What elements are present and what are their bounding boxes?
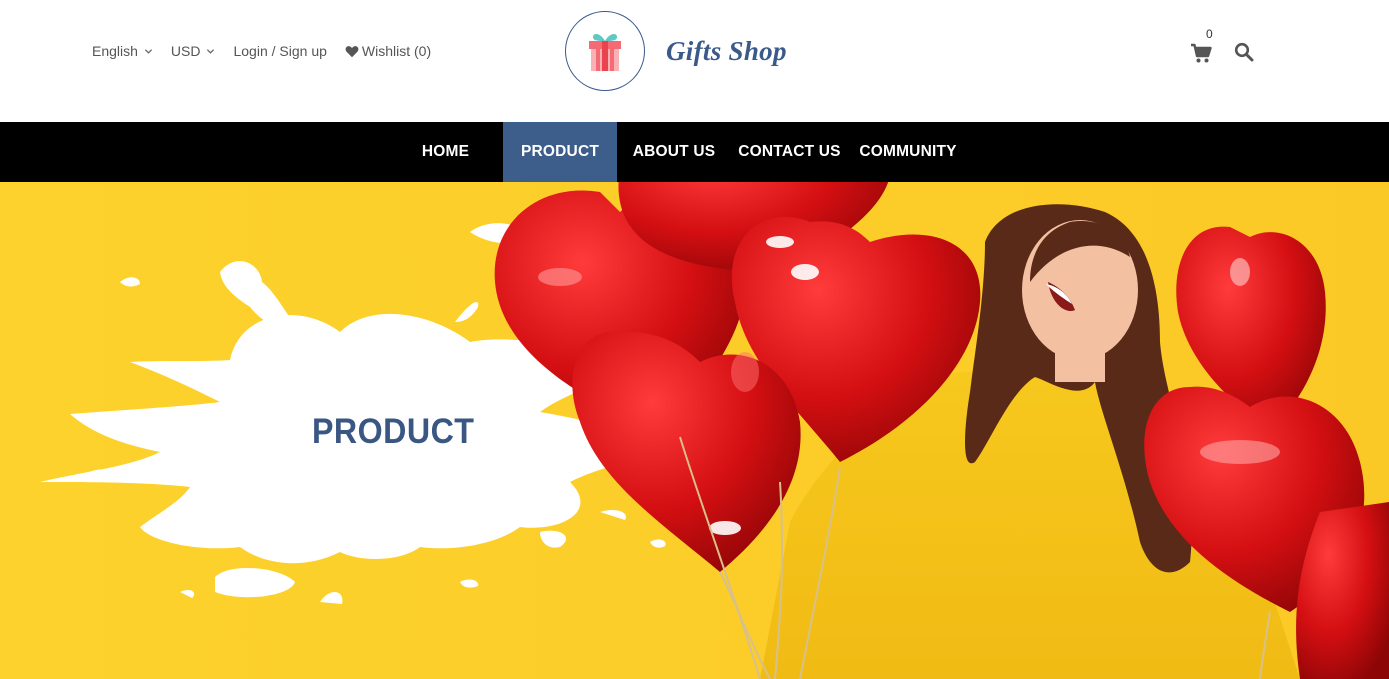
page-banner: PRODUCT bbox=[0, 182, 1389, 679]
cart-icon[interactable] bbox=[1190, 42, 1212, 64]
nav-item-home[interactable]: HOME bbox=[388, 122, 503, 182]
gift-icon bbox=[589, 33, 621, 71]
language-label: English bbox=[92, 43, 138, 59]
language-selector[interactable]: English bbox=[92, 43, 153, 59]
search-icon[interactable] bbox=[1234, 42, 1254, 62]
currency-selector[interactable]: USD bbox=[171, 43, 216, 59]
nav-item-about-us[interactable]: ABOUT US bbox=[617, 122, 731, 182]
shop-name: Gifts Shop bbox=[666, 35, 787, 66]
logo-badge bbox=[565, 11, 645, 91]
header-utility-links: English USD Login / Sign up Wishlist (0) bbox=[92, 43, 449, 59]
banner-title: PRODUCT bbox=[312, 412, 475, 451]
currency-label: USD bbox=[170, 43, 201, 59]
nav-item-contact-us[interactable]: CONTACT US bbox=[731, 122, 848, 182]
banner-artwork bbox=[0, 182, 1389, 679]
nav-item-product[interactable]: PRODUCT bbox=[503, 122, 617, 182]
nav-item-community[interactable]: COMMUNITY bbox=[848, 122, 968, 182]
site-logo[interactable]: Gifts Shop bbox=[565, 11, 787, 91]
login-signup-link[interactable]: Login / Sign up bbox=[233, 43, 326, 59]
login-label: Login / Sign up bbox=[233, 43, 327, 59]
chevron-down-icon bbox=[207, 48, 215, 54]
wishlist-link[interactable]: Wishlist (0) bbox=[345, 43, 431, 59]
site-header: English USD Login / Sign up Wishlist (0) bbox=[0, 0, 1389, 122]
heart-icon bbox=[345, 45, 359, 57]
cart-count: 0 bbox=[1206, 27, 1213, 41]
chevron-down-icon bbox=[144, 48, 153, 54]
wishlist-label: Wishlist (0) bbox=[361, 43, 432, 59]
main-nav: HOME PRODUCT ABOUT US CONTACT US COMMUNI… bbox=[0, 122, 1389, 182]
